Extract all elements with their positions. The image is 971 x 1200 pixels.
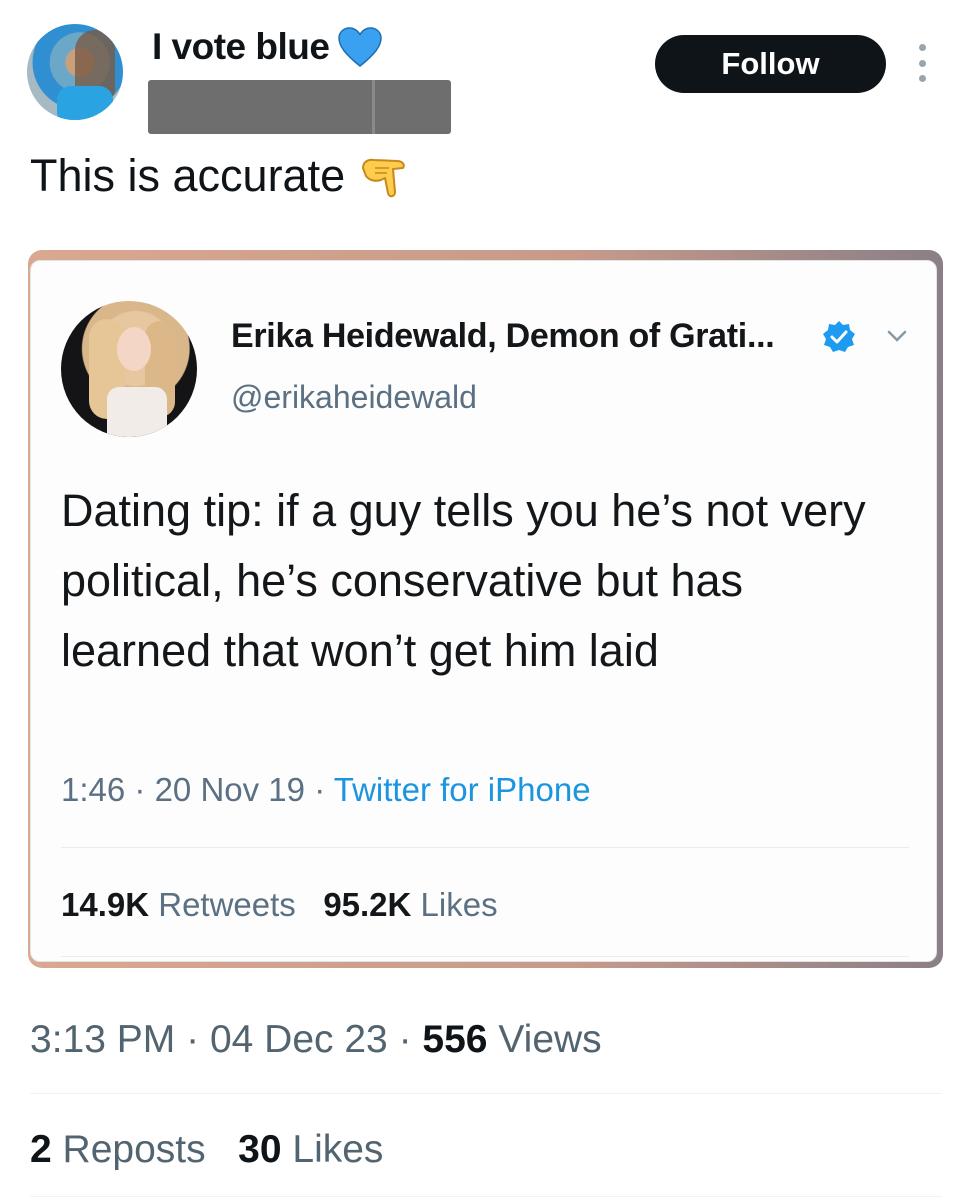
- embedded-tweet-meta: 1:46 · 20 Nov 19 · Twitter for iPhone: [61, 771, 591, 809]
- post-engagement-row: 2 Reposts 30 Likes: [30, 1128, 383, 1172]
- reposts-count: 2: [30, 1128, 52, 1171]
- views-label: Views: [498, 1018, 602, 1061]
- embedded-divider: [61, 956, 909, 957]
- avatar-face: [117, 327, 151, 371]
- embedded-tweet-text: Dating tip: if a guy tells you he’s not …: [61, 485, 866, 676]
- redaction-seam: [372, 80, 375, 134]
- post-date[interactable]: 04 Dec 23: [210, 1018, 388, 1061]
- more-dot: [918, 59, 926, 67]
- divider: [30, 1093, 942, 1094]
- author-name-text: I vote blue: [152, 26, 330, 67]
- separator: ·: [398, 1018, 412, 1061]
- separator: ·: [314, 771, 326, 808]
- embedded-date: 20 Nov 19: [154, 771, 306, 808]
- embedded-author-avatar: [61, 301, 197, 437]
- redacted-handle-block: [148, 80, 451, 134]
- embedded-tweet-stats: 14.9K Retweets 95.2K Likes: [61, 886, 498, 924]
- avatar-top: [107, 387, 167, 437]
- embedded-likes-count: 95.2K: [323, 886, 412, 923]
- likes-link[interactable]: 30 Likes: [238, 1128, 383, 1171]
- avatar-shirt-shape: [57, 86, 113, 120]
- chevron-down-icon: [887, 330, 907, 342]
- author-display-name[interactable]: I vote blue: [152, 26, 383, 68]
- embedded-time: 1:46: [61, 771, 126, 808]
- verified-badge-icon: [823, 321, 855, 352]
- likes-label: Likes: [292, 1128, 384, 1171]
- likes-count: 30: [238, 1128, 282, 1171]
- follow-button[interactable]: Follow: [655, 35, 886, 93]
- divider: [30, 1196, 942, 1197]
- more-vertical-icon[interactable]: [914, 44, 930, 82]
- separator: ·: [134, 771, 146, 808]
- blue-heart-icon: [338, 27, 383, 67]
- embedded-retweets-label: Retweets: [158, 886, 296, 923]
- post-text: This is accurate: [30, 148, 413, 204]
- post-time[interactable]: 3:13 PM: [30, 1018, 175, 1061]
- embedded-screenshot[interactable]: Erika Heidewald, Demon of Grati... @erik…: [28, 250, 943, 968]
- embedded-divider: [61, 847, 909, 848]
- post-timestamp-row: 3:13 PM · 04 Dec 23 · 556 Views: [30, 1018, 602, 1062]
- embedded-tweet-card: Erika Heidewald, Demon of Grati... @erik…: [30, 260, 937, 962]
- separator: ·: [186, 1018, 200, 1061]
- reposts-label: Reposts: [62, 1128, 206, 1171]
- embedded-author-name: Erika Heidewald, Demon of Grati...: [231, 317, 775, 355]
- more-dot: [918, 44, 926, 51]
- views-count: 556: [422, 1018, 488, 1061]
- more-dot: [918, 75, 926, 82]
- embedded-likes-label: Likes: [420, 886, 498, 923]
- embedded-retweets-count: 14.9K: [61, 886, 150, 923]
- backhand-index-pointing-down-icon: [362, 158, 405, 198]
- embedded-source: Twitter for iPhone: [333, 771, 591, 808]
- post-text-content: This is accurate: [30, 150, 346, 201]
- embedded-author-handle: @erikaheidewald: [231, 379, 477, 415]
- reposts-link[interactable]: 2 Reposts: [30, 1128, 216, 1171]
- author-avatar[interactable]: [27, 24, 123, 120]
